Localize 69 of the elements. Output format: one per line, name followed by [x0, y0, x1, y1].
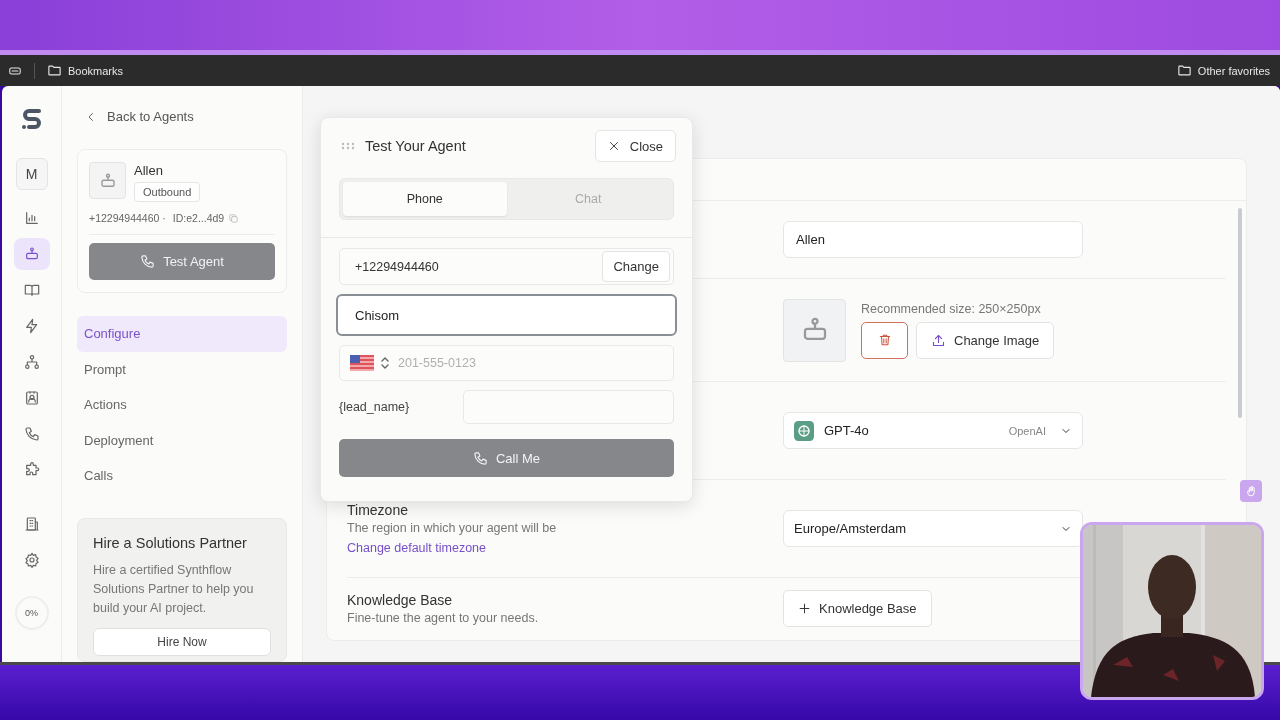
- phone-icon: [472, 450, 488, 466]
- close-icon: [607, 140, 620, 152]
- settings-icon: [23, 552, 40, 568]
- image-size-hint: Recommended size: 250×250px: [861, 301, 1042, 316]
- drag-handle-icon: [341, 142, 355, 150]
- section-title: Knowledge Base: [347, 591, 454, 608]
- add-knowledge-base-button[interactable]: Knowledge Base: [783, 589, 932, 627]
- name-input[interactable]: Chisom: [336, 294, 677, 336]
- agent-type-tag: Outbound: [134, 182, 201, 202]
- caller-number: +12294944460: [355, 259, 439, 274]
- folder-icon: [1176, 63, 1192, 78]
- mode-tab[interactable]: Phone: [343, 182, 507, 216]
- section-description: Fine-tune the agent to your needs.: [347, 610, 540, 625]
- promo-title: Hire a Solutions Partner: [93, 534, 248, 551]
- close-button[interactable]: Close: [594, 130, 676, 162]
- agent-id: ID:e2...4d9: [172, 212, 225, 224]
- promo-text: Hire a certified Synthflow Solutions Partner to help you build your AI project.: [93, 561, 255, 617]
- bar-chart-icon: [23, 210, 40, 226]
- puzzle-icon: [23, 462, 40, 478]
- phone-icon: [23, 426, 40, 442]
- delete-button[interactable]: [861, 321, 908, 359]
- change-timezone-link[interactable]: Change default timezone: [347, 540, 486, 555]
- robot-icon: [98, 171, 117, 190]
- book-icon: [23, 282, 40, 298]
- folder-icon: [47, 63, 62, 78]
- change-button[interactable]: Change: [602, 251, 670, 282]
- phone-number-input[interactable]: 201-555-0123: [396, 355, 663, 371]
- nav-item[interactable]: Actions: [77, 387, 287, 423]
- timezone-value: Europe/Amsterdam: [794, 521, 906, 536]
- phone-field[interactable]: 201-555-0123: [339, 345, 674, 381]
- robot-icon: [23, 246, 40, 262]
- model-logo-icon: [794, 420, 814, 441]
- other-favorites-link[interactable]: Other favorites: [1197, 64, 1270, 77]
- model-provider: OpenAI: [1008, 424, 1046, 437]
- nav-rail-button[interactable]: [13, 238, 50, 270]
- contact-card-icon: [23, 390, 40, 406]
- name-field[interactable]: Allen: [783, 221, 1083, 258]
- back-link[interactable]: Back to Agents: [77, 108, 287, 125]
- hierarchy-icon: [23, 354, 40, 370]
- bookmarks-link[interactable]: Bookmarks: [68, 64, 124, 77]
- building-icon: [23, 516, 40, 532]
- timezone-select[interactable]: Europe/Amsterdam: [783, 510, 1083, 547]
- hand-icon: [1244, 484, 1258, 498]
- section-description: The region in which your agent will be: [347, 520, 558, 535]
- copy-icon: [228, 212, 240, 224]
- model-name: GPT-4o: [824, 423, 869, 438]
- plus-icon: [798, 601, 811, 615]
- nav-item[interactable]: Deployment: [77, 422, 287, 458]
- section-title: Timezone: [347, 501, 409, 518]
- change-image-button[interactable]: Change Image: [916, 321, 1055, 359]
- upload-icon: [931, 332, 946, 348]
- lightning-icon: [23, 318, 40, 334]
- us-flag-icon: [350, 355, 374, 371]
- phone-icon: [140, 254, 156, 269]
- nav-item[interactable]: Calls: [77, 458, 287, 494]
- dialog-title: Test Your Agent: [365, 138, 467, 154]
- scrollbar[interactable]: [1238, 208, 1242, 418]
- trash-icon: [877, 333, 892, 347]
- sort-arrows-icon: [380, 356, 390, 370]
- workspace-switcher[interactable]: M: [15, 158, 48, 190]
- hire-now-button[interactable]: Hire Now: [93, 627, 271, 656]
- variable-label: {lead_name}: [339, 400, 410, 414]
- nav-item[interactable]: Prompt: [77, 351, 287, 387]
- agent-phone: +12294944460 ·: [89, 212, 166, 224]
- logo-icon: [19, 106, 44, 132]
- nav-item[interactable]: Configure: [77, 316, 287, 352]
- progress-indicator: 0%: [14, 596, 49, 630]
- model-select[interactable]: GPT-4o OpenAI: [783, 412, 1083, 449]
- agent-name: Allen: [134, 163, 164, 178]
